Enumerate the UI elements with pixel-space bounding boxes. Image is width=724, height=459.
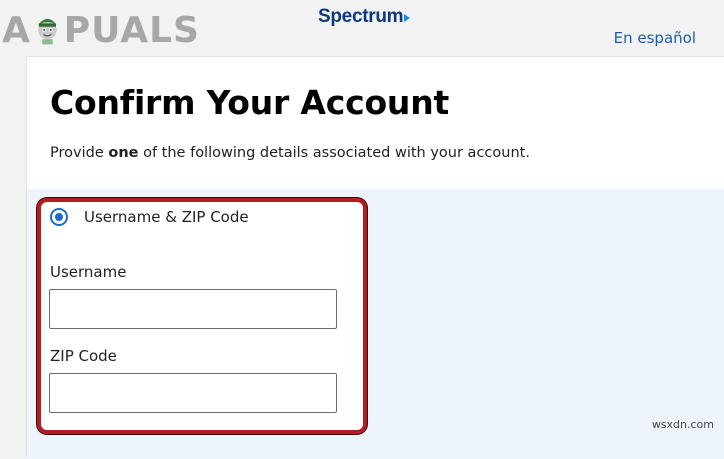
page-title: Confirm Your Account <box>50 83 450 122</box>
watermark-letters: PUALS <box>63 9 200 51</box>
username-input[interactable] <box>49 289 337 329</box>
appuals-watermark: A PUALS <box>0 2 200 58</box>
brand-name: Spectrum <box>318 6 404 27</box>
zip-code-input[interactable] <box>49 373 337 413</box>
brand-arrow-icon <box>404 14 411 22</box>
mascot-icon <box>38 18 57 45</box>
username-label: Username <box>50 263 127 281</box>
watermark-letter-a: A <box>2 9 31 51</box>
spectrum-logo[interactable]: Spectrum <box>318 6 411 28</box>
instructions-post: of the following details associated with… <box>138 145 530 161</box>
radio-dot-icon <box>55 213 63 221</box>
language-link[interactable]: En español <box>614 29 696 47</box>
instructions-bold: one <box>108 145 139 161</box>
instructions-text: Provide one of the following details ass… <box>50 145 530 161</box>
site-watermark: wsxdn.com <box>651 418 714 431</box>
instructions-pre: Provide <box>50 145 109 161</box>
zip-code-label: ZIP Code <box>50 347 117 365</box>
option-label: Username & ZIP Code <box>84 208 249 226</box>
radio-selected-icon[interactable] <box>50 208 68 226</box>
option-username-zip[interactable]: Username & ZIP Code <box>50 208 249 226</box>
